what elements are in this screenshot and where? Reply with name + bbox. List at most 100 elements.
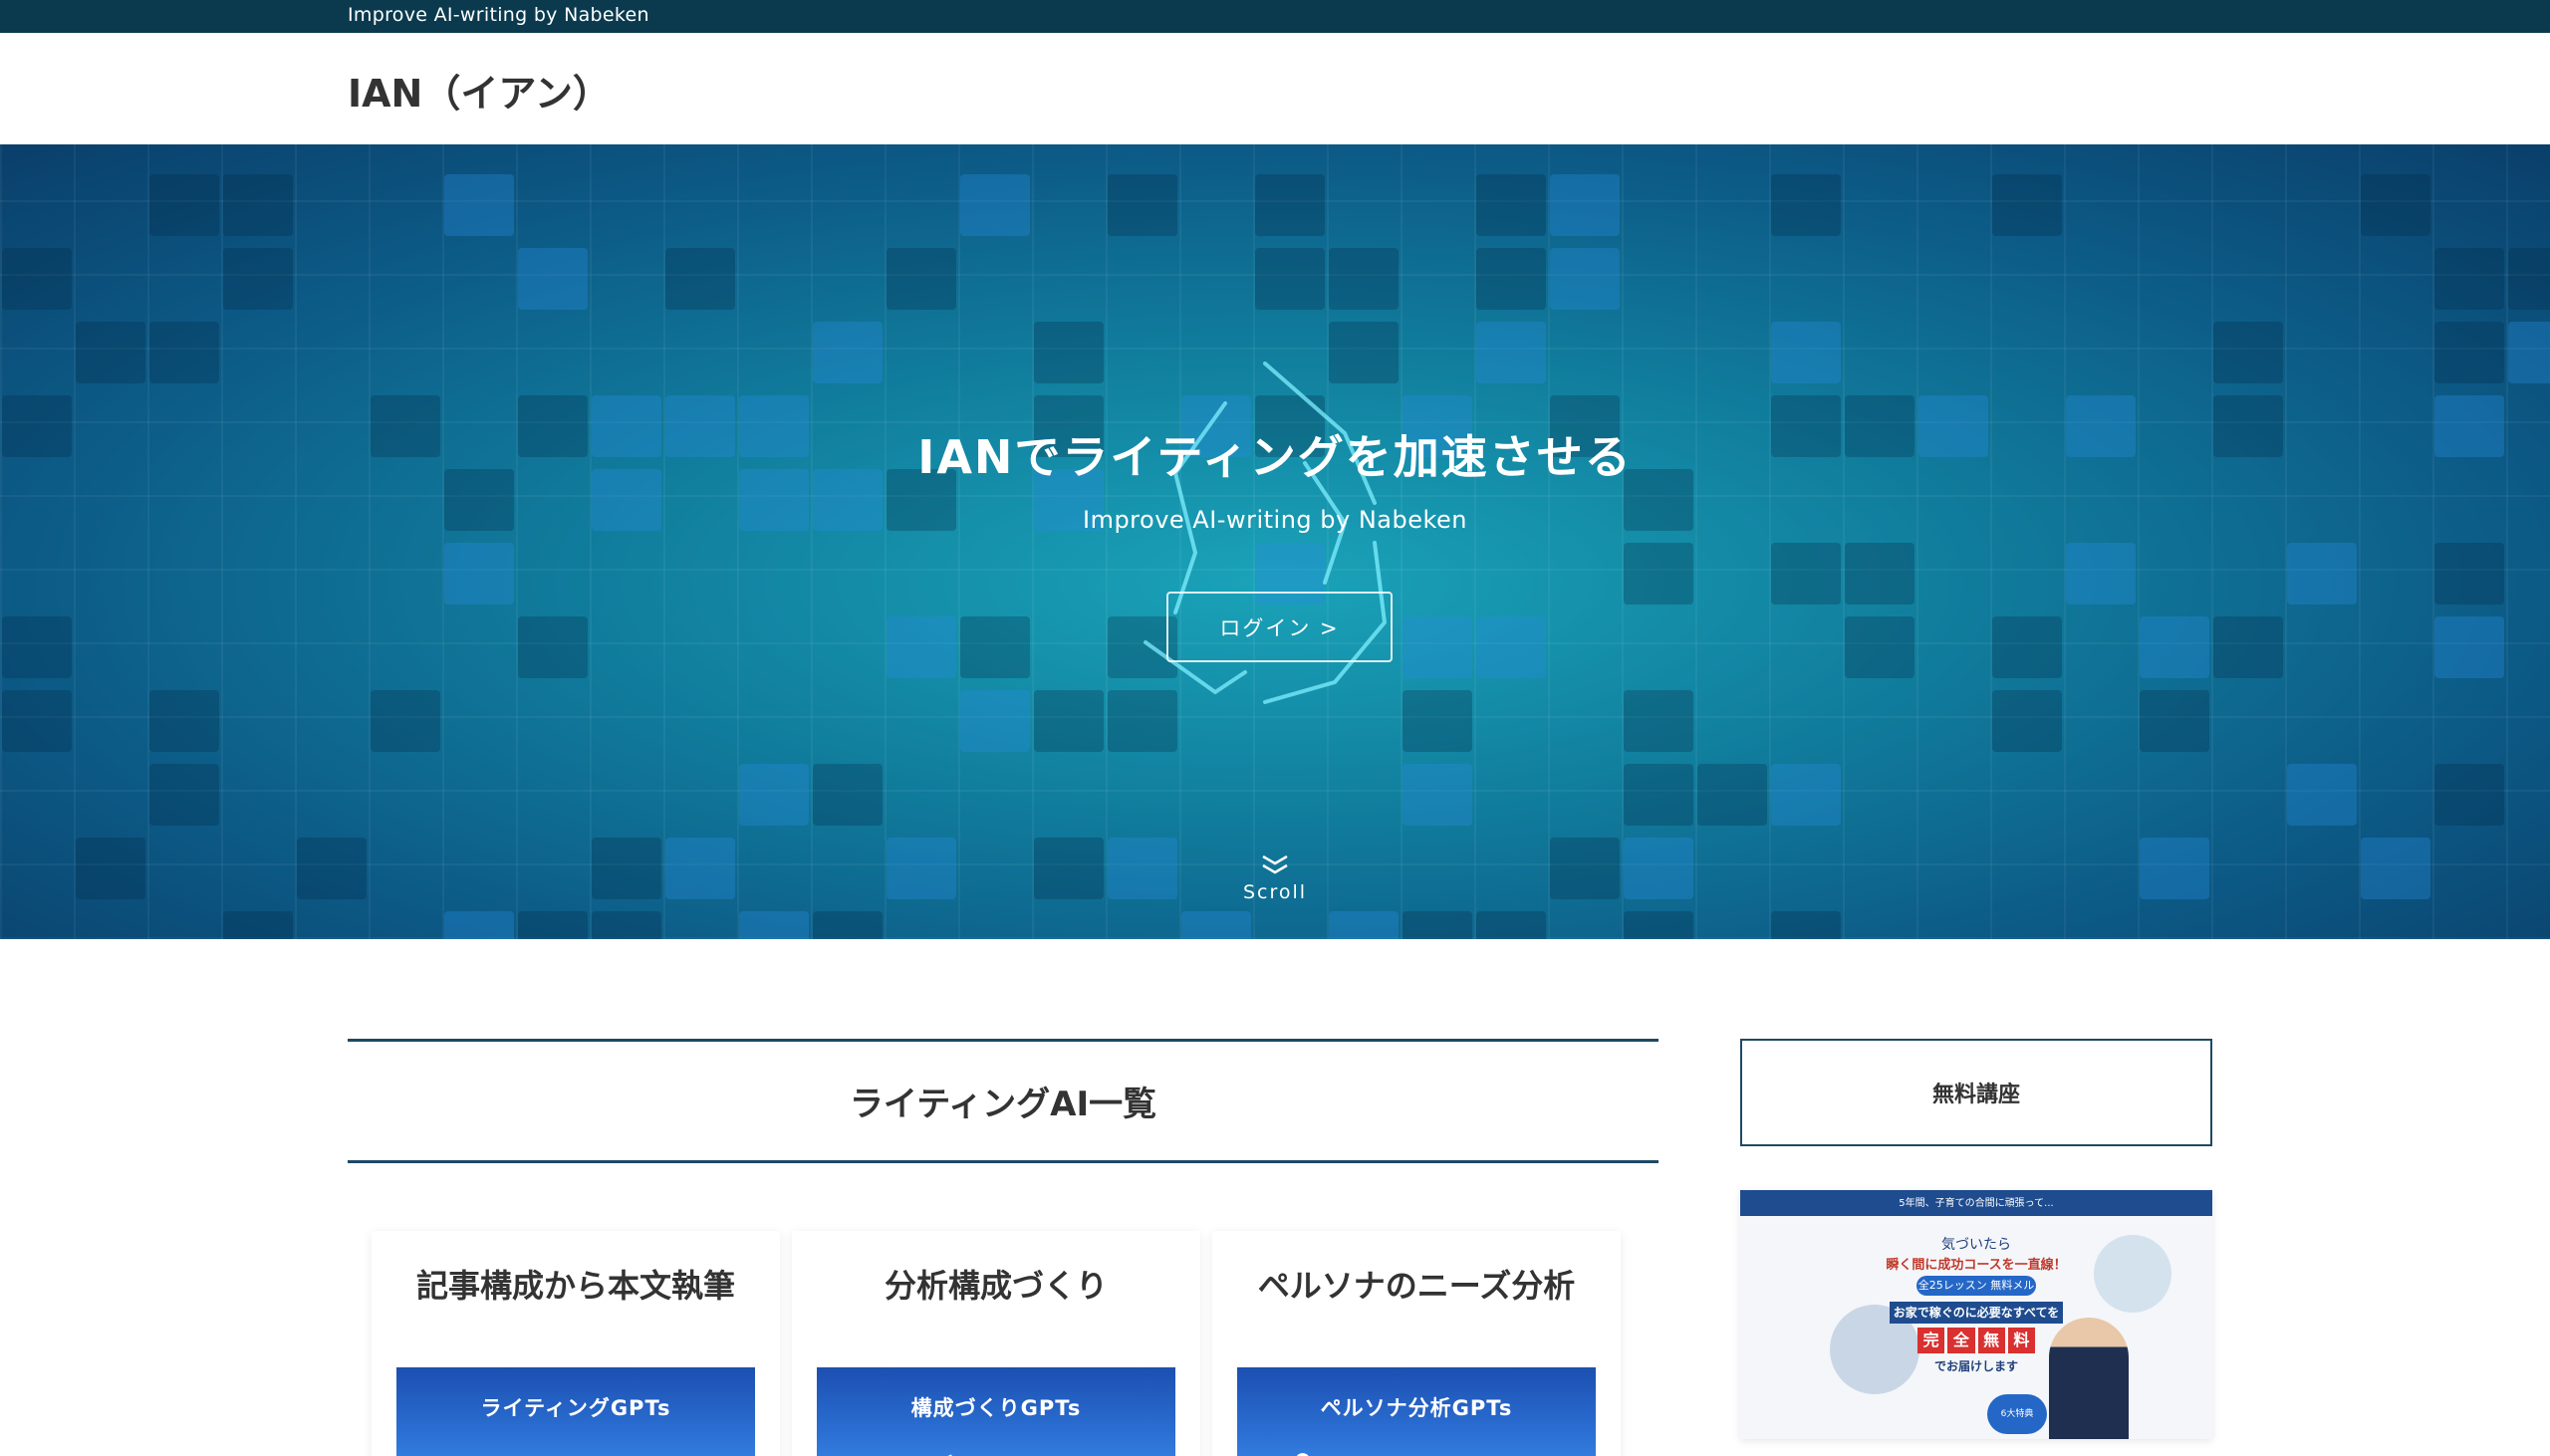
free-course-banner[interactable]: 5年間、子育ての合間に頑張って... 気づいたら 瞬く間に成功コースを一直線！ … bbox=[1740, 1190, 2212, 1439]
hero-tile bbox=[1771, 174, 1841, 236]
hero-tile bbox=[2434, 248, 2504, 310]
hero-tile bbox=[1476, 248, 1546, 310]
hero-tile bbox=[518, 248, 588, 310]
hero-tile bbox=[223, 174, 293, 236]
card-thumbnail[interactable]: ペルソナ分析GPTs ポセイドン bbox=[1237, 1367, 1596, 1456]
banner-top-text: 5年間、子育ての合間に頑張って... bbox=[1899, 1198, 2054, 1209]
hero-tile bbox=[1992, 174, 2062, 236]
hero-tile bbox=[1550, 248, 1620, 310]
hero-tile bbox=[2213, 322, 2283, 383]
hero-tile bbox=[960, 616, 1030, 678]
hero-tile bbox=[223, 248, 293, 310]
hero-tile bbox=[1771, 322, 1841, 383]
hero-tile bbox=[813, 911, 883, 939]
banner-free-label: 完 全 無 料 bbox=[1917, 1328, 2035, 1353]
banner-red-char: 完 bbox=[1917, 1328, 1945, 1353]
banner-red-char: 全 bbox=[1947, 1328, 1975, 1353]
hero-tile bbox=[1181, 911, 1251, 939]
login-button[interactable]: ログイン > bbox=[1166, 592, 1393, 662]
card-persona-needs[interactable]: ペルソナのニーズ分析 ペルソナ分析GPTs ポセイドン bbox=[1212, 1231, 1621, 1456]
hero-tile bbox=[1771, 911, 1841, 939]
card-thumbnail-label: ライティングGPTs bbox=[480, 1396, 671, 1420]
hero-tile bbox=[1624, 543, 1693, 605]
card-thumbnail-name: ポセイドン bbox=[1237, 1435, 1596, 1456]
banner-badge: 6大特典 bbox=[1987, 1394, 2047, 1434]
card-thumbnail[interactable]: ライティングGPTs ヘルメス bbox=[396, 1367, 755, 1456]
hero-tile bbox=[2434, 616, 2504, 678]
banner-person-image bbox=[2049, 1318, 2129, 1439]
hero-tile bbox=[76, 838, 145, 899]
hero-tile bbox=[1624, 690, 1693, 752]
card-thumbnail[interactable]: 構成づくりGPTs ガイア bbox=[817, 1367, 1175, 1456]
hero-tile bbox=[1108, 174, 1177, 236]
hero-tile bbox=[813, 764, 883, 826]
hero-tile bbox=[960, 174, 1030, 236]
hero-tile bbox=[2434, 543, 2504, 605]
hero-tile bbox=[1476, 174, 1546, 236]
hero-tile bbox=[1550, 174, 1620, 236]
hero-tile bbox=[887, 248, 956, 310]
hero-tile bbox=[1255, 174, 1325, 236]
hero-tile bbox=[1992, 690, 2062, 752]
double-chevron-down-icon bbox=[1262, 854, 1288, 874]
scroll-label: Scroll bbox=[1242, 881, 1308, 903]
hero-tile bbox=[1329, 911, 1399, 939]
hero-tile bbox=[1624, 838, 1693, 899]
card-thumbnail-name: ヘルメス bbox=[396, 1435, 755, 1456]
hero-tile bbox=[2066, 543, 2136, 605]
card-title: ペルソナのニーズ分析 bbox=[1257, 1267, 1576, 1305]
hero-tile bbox=[223, 911, 293, 939]
hero-tile bbox=[592, 911, 661, 939]
top-bar-tagline: Improve AI-writing by Nabeken bbox=[348, 4, 649, 26]
hero-tile bbox=[887, 838, 956, 899]
hero-subtitle: Improve AI-writing by Nabeken bbox=[1082, 506, 1468, 534]
card-thumbnail-label: 構成づくりGPTs bbox=[910, 1396, 1082, 1420]
hero-tile bbox=[1476, 911, 1546, 939]
hero-tile bbox=[2434, 764, 2504, 826]
hero-tile bbox=[1845, 543, 1914, 605]
hero-tile bbox=[518, 911, 588, 939]
hero-tile bbox=[2140, 690, 2209, 752]
banner-pill: 全25レッスン 無料メルマガ bbox=[1916, 1276, 2036, 1312]
hero-tile bbox=[444, 543, 514, 605]
hero-tile bbox=[1329, 248, 1399, 310]
hero-tile bbox=[1624, 911, 1693, 939]
card-analysis-structure[interactable]: 分析構成づくり 構成づくりGPTs ガイア bbox=[792, 1231, 1200, 1456]
hero-tile bbox=[2508, 322, 2550, 383]
hero-tile bbox=[665, 838, 735, 899]
scroll-indicator[interactable]: Scroll bbox=[1225, 853, 1325, 913]
hero-tile bbox=[960, 690, 1030, 752]
card-thumbnail-name: ガイア bbox=[817, 1435, 1175, 1456]
hero-tile bbox=[2287, 543, 2357, 605]
card-title: 記事構成から本文執筆 bbox=[415, 1267, 735, 1305]
banner-line-3: でお届けします bbox=[1933, 1359, 2018, 1373]
hero-tile bbox=[444, 174, 514, 236]
site-logo[interactable]: IAN（イアン） bbox=[348, 63, 611, 118]
hero-tile bbox=[2213, 616, 2283, 678]
hero-tile bbox=[1402, 764, 1472, 826]
hero-tile bbox=[1845, 616, 1914, 678]
hero-tile bbox=[518, 616, 588, 678]
hero-tile bbox=[1697, 764, 1767, 826]
hero-tile bbox=[813, 322, 883, 383]
hero-section: IANでライティングを加速させる Improve AI-writing by N… bbox=[0, 144, 2550, 939]
sidebar-free-course-title: 無料講座 bbox=[1931, 1083, 2020, 1107]
top-bar: Improve AI-writing by Nabeken bbox=[0, 0, 2550, 33]
hero-tile bbox=[371, 690, 440, 752]
hero-tile bbox=[2140, 616, 2209, 678]
hero-tile bbox=[1402, 911, 1472, 939]
hero-tile bbox=[887, 616, 956, 678]
writing-ai-heading: ライティングAI一覧 bbox=[849, 1085, 1157, 1124]
banner-red-char: 料 bbox=[2007, 1328, 2035, 1353]
hero-tile bbox=[2361, 174, 2430, 236]
hero-tile bbox=[1108, 838, 1177, 899]
hero-tile bbox=[1034, 838, 1104, 899]
hero-tile bbox=[149, 690, 219, 752]
hero-tile bbox=[2361, 838, 2430, 899]
hero-tile bbox=[444, 911, 514, 939]
hero-tile bbox=[2, 690, 72, 752]
hero-tile bbox=[2434, 322, 2504, 383]
card-article-writing[interactable]: 記事構成から本文執筆 ライティングGPTs ヘルメス bbox=[372, 1231, 780, 1456]
hero-tile bbox=[2508, 248, 2550, 310]
hero-tile bbox=[2, 248, 72, 310]
